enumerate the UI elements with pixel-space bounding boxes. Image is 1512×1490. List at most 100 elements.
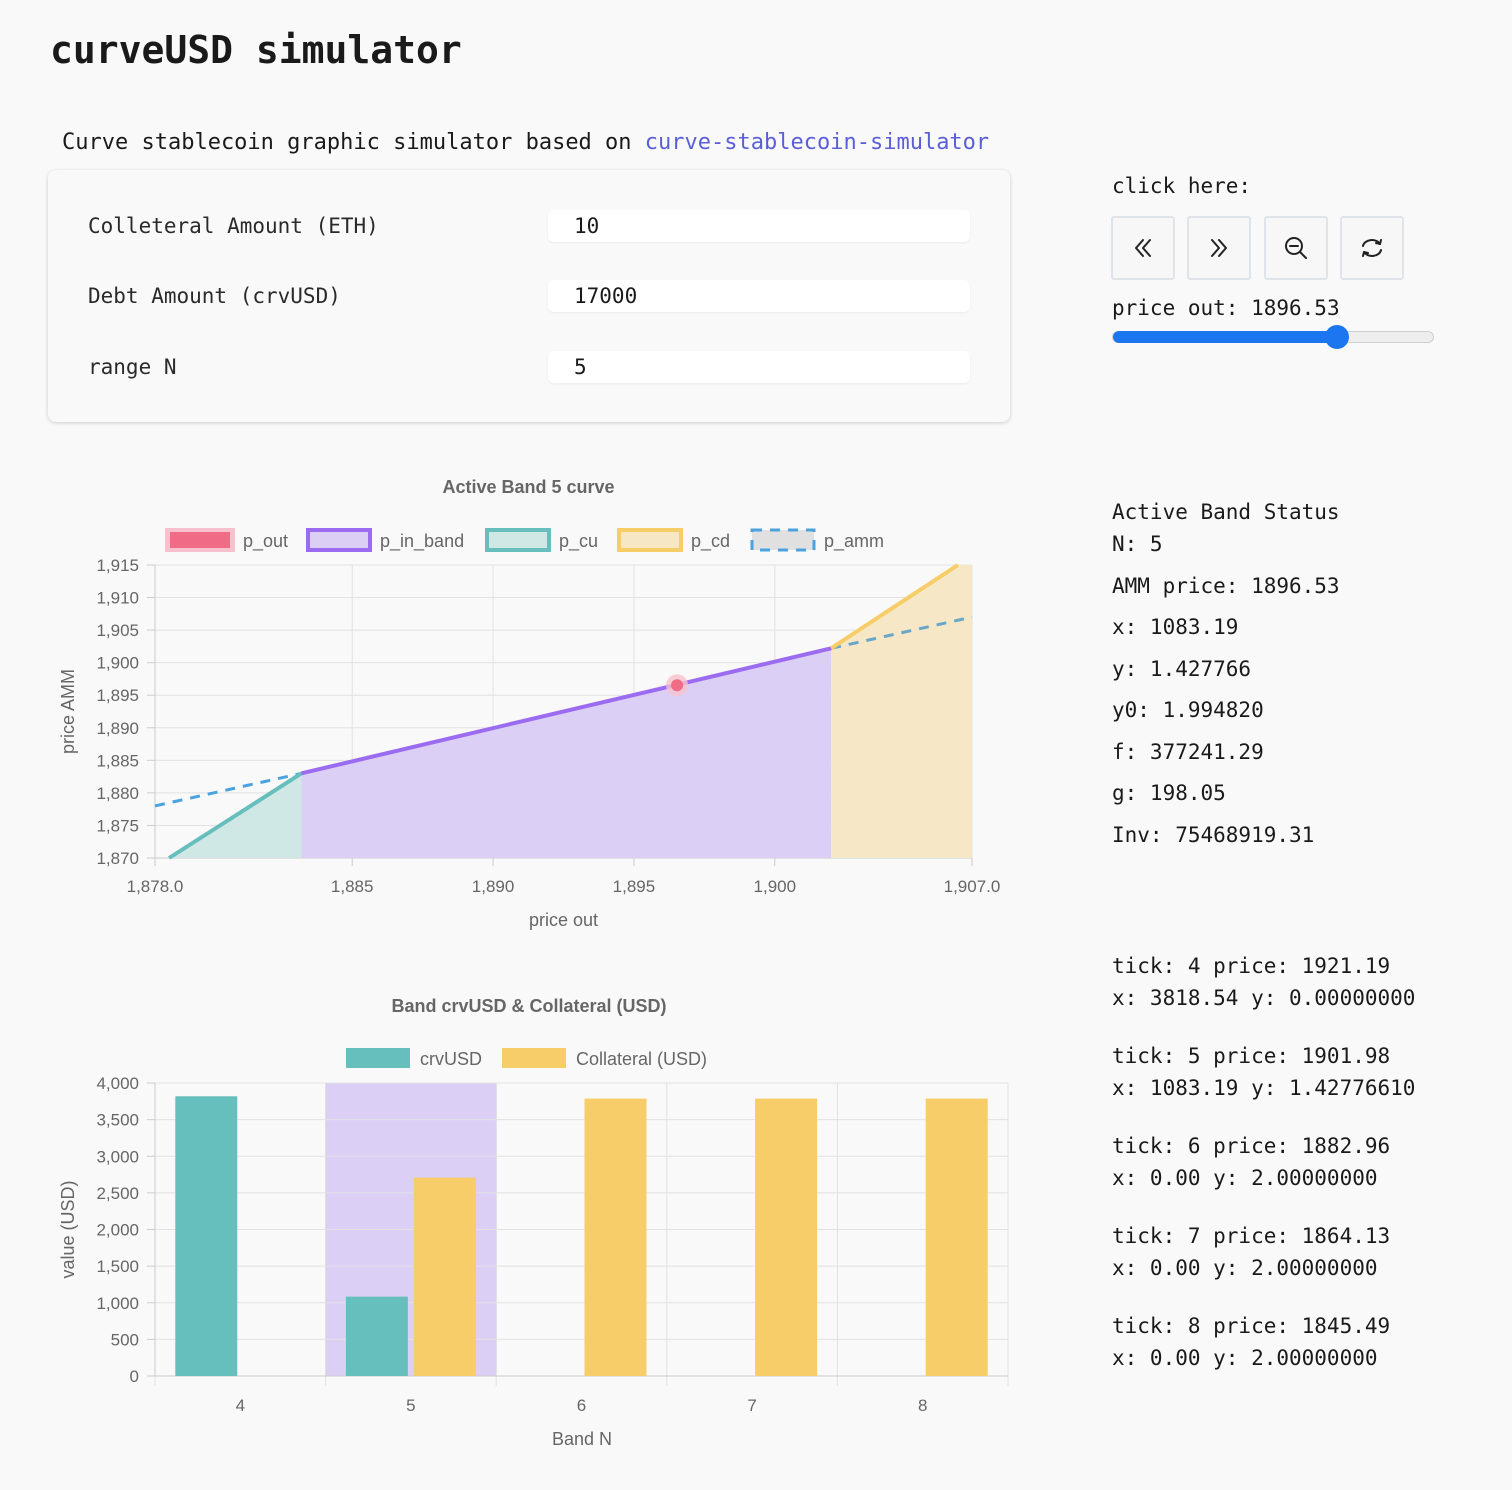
x-tick-label: 8 [918, 1396, 927, 1415]
x-tick-label: 1,907.0 [944, 877, 1001, 896]
y-tick-label: 1,900 [96, 654, 139, 673]
slider-fill [1113, 331, 1337, 343]
tick-info: tick: 6 price: 1882.96 x: 0.00 y: 2.0000… [1112, 1134, 1390, 1198]
x-axis-title: price out [529, 910, 598, 930]
simulator-repo-link[interactable]: curve-stablecoin-simulator [645, 130, 989, 155]
y-tick-label: 4,000 [96, 1074, 139, 1093]
tick-line1: tick: 8 price: 1845.49 [1112, 1314, 1391, 1338]
legend-label: p_in_band [380, 531, 464, 552]
p-out-point [671, 679, 684, 692]
y-tick-label: 1,880 [96, 784, 139, 803]
page-title: curveUSD simulator [50, 28, 462, 72]
legend-label: p_out [243, 531, 288, 552]
range-label: range N [88, 355, 177, 379]
zoom-out-icon [1285, 237, 1307, 259]
price-out-label: price out: [1112, 296, 1239, 320]
subtitle-text: Curve stablecoin graphic simulator based… [62, 130, 632, 155]
x-tick-label: 6 [577, 1396, 586, 1415]
legend-label: p_cu [559, 531, 598, 552]
status-g: g: 198.05 [1112, 781, 1226, 805]
debt-row: Debt Amount (crvUSD) [48, 280, 1010, 314]
y-axis-title: value (USD) [58, 1180, 78, 1278]
debt-input[interactable] [548, 280, 970, 312]
double-chevron-right-icon [1211, 239, 1227, 257]
legend-label: p_cd [691, 531, 730, 552]
tick-info: tick: 7 price: 1864.13 x: 0.00 y: 2.0000… [1112, 1224, 1390, 1288]
y-axis-title: price AMM [58, 669, 78, 754]
bar-crvusd [345, 1296, 408, 1376]
price-out-value: 1896.53 [1251, 296, 1340, 320]
tick-line2: x: 1083.19 y: 1.42776610 [1112, 1076, 1416, 1100]
zoom-out-button[interactable] [1264, 216, 1328, 280]
tick-line1: tick: 6 price: 1882.96 [1112, 1134, 1391, 1158]
slider-thumb[interactable] [1325, 325, 1349, 349]
collateral-input[interactable] [548, 210, 970, 242]
legend-label: crvUSD [420, 1049, 482, 1069]
page-subtitle: Curve stablecoin graphic simulator based… [62, 130, 989, 155]
y-tick-label: 1,910 [96, 589, 139, 608]
bar-crvusd [175, 1096, 238, 1376]
y-tick-label: 2,000 [96, 1221, 139, 1240]
y-tick-label: 1,890 [96, 719, 139, 738]
double-chevron-left-icon [1135, 239, 1151, 257]
tick-info: tick: 4 price: 1921.19 x: 3818.54 y: 0.0… [1112, 954, 1415, 1018]
x-tick-label: 1,895 [613, 877, 656, 896]
status-x: x: 1083.19 [1112, 615, 1239, 639]
params-form: Colleteral Amount (ETH) Debt Amount (crv… [48, 170, 1010, 422]
area-p-cd [831, 565, 972, 858]
y-tick-label: 500 [111, 1330, 139, 1349]
status-title: Active Band Status [1112, 500, 1340, 524]
x-tick-label: 5 [406, 1396, 415, 1415]
legend-swatch-p-out-inner [170, 532, 230, 548]
bar-collateral [925, 1098, 988, 1376]
status-y: y: 1.427766 [1112, 657, 1252, 681]
status-y0: y0: 1.994820 [1112, 698, 1264, 722]
x-axis-title: Band N [552, 1429, 612, 1449]
bar-collateral [755, 1098, 818, 1376]
prev-band-button[interactable] [1111, 216, 1175, 280]
chart-title: Band crvUSD & Collateral (USD) [391, 996, 666, 1016]
tick-line2: x: 0.00 y: 2.00000000 [1112, 1166, 1378, 1190]
chart-title: Active Band 5 curve [442, 477, 614, 497]
y-tick-label: 0 [130, 1367, 139, 1386]
status-amm-price: AMM price: 1896.53 [1112, 574, 1340, 598]
y-tick-label: 1,870 [96, 849, 139, 868]
x-tick-label: 1,878.0 [127, 877, 184, 896]
legend-swatch-p-amm [750, 528, 816, 552]
y-tick-label: 2,500 [96, 1184, 139, 1203]
debt-label: Debt Amount (crvUSD) [88, 284, 341, 308]
click-here-label: click here: [1112, 174, 1252, 198]
x-tick-label: 7 [747, 1396, 756, 1415]
legend-swatch [346, 1048, 410, 1068]
tick-line2: x: 3818.54 y: 0.00000000 [1112, 986, 1416, 1010]
y-tick-label: 1,905 [96, 621, 139, 640]
tick-line2: x: 0.00 y: 2.00000000 [1112, 1346, 1378, 1370]
y-tick-label: 3,500 [96, 1111, 139, 1130]
legend-swatch-p-cu [485, 528, 551, 552]
tick-line1: tick: 4 price: 1921.19 [1112, 954, 1391, 978]
tick-line1: tick: 7 price: 1864.13 [1112, 1224, 1391, 1248]
collateral-label: Colleteral Amount (ETH) [88, 214, 379, 238]
y-tick-label: 1,875 [96, 816, 139, 835]
refresh-icon [1362, 239, 1382, 257]
next-band-button[interactable] [1187, 216, 1251, 280]
legend-label: Collateral (USD) [576, 1049, 707, 1069]
y-tick-label: 3,000 [96, 1147, 139, 1166]
legend-swatch-p-cd [617, 528, 683, 552]
y-tick-label: 1,915 [96, 556, 139, 575]
legend-swatch [502, 1048, 566, 1068]
status-inv: Inv: 75468919.31 [1112, 823, 1315, 847]
band-value-chart: Band crvUSD & Collateral (USD) 4,000 3,500… [58, 996, 1009, 1449]
tick-line1: tick: 5 price: 1901.98 [1112, 1044, 1391, 1068]
tick-line2: x: 0.00 y: 2.00000000 [1112, 1256, 1378, 1280]
active-band-curve-chart: Active Band 5 curve 1,915 1,910 1,905 1,900 1… [58, 477, 1001, 930]
y-tick-label: 1,895 [96, 686, 139, 705]
price-out-readout: price out: 1896.53 [1112, 296, 1340, 320]
reset-button[interactable] [1340, 216, 1404, 280]
bar-collateral [584, 1098, 647, 1376]
y-tick-label: 1,885 [96, 751, 139, 770]
y-tick-label: 1,500 [96, 1257, 139, 1276]
range-input[interactable] [548, 351, 970, 383]
price-out-slider[interactable] [1112, 325, 1434, 349]
x-tick-label: 1,890 [472, 877, 515, 896]
